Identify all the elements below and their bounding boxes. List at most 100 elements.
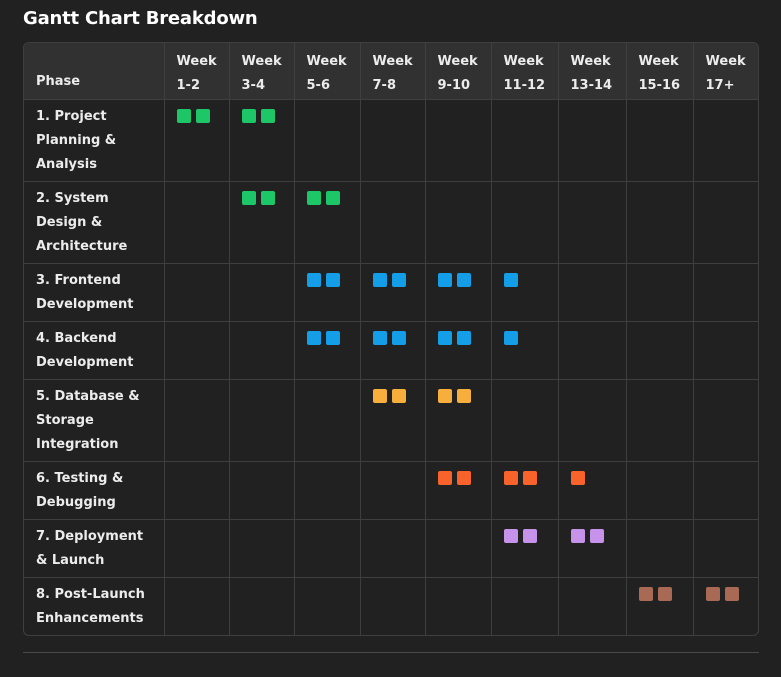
timeline-cell [294,321,361,380]
timeline-block [503,470,518,485]
timeline-block [456,388,471,403]
phase-label: 3. Frontend Development [24,263,165,322]
timeline-cell [164,519,230,578]
timeline-cell [491,379,559,462]
timeline-cell [294,263,361,322]
phase-label: 2. System Design & Architecture [24,181,165,264]
timeline-cell [360,519,426,578]
timeline-cell [164,99,230,182]
timeline-cell [164,321,230,380]
timeline-block [437,330,452,345]
table-row: 6. Testing & Debugging [24,461,758,520]
timeline-cell [558,577,627,635]
timeline-cell [425,577,492,635]
timeline-cell [558,379,627,462]
column-header-week-8: Week 15-16 [626,43,694,100]
timeline-cell [558,321,627,380]
timeline-cell [425,519,492,578]
timeline-block [391,272,406,287]
timeline-cell [693,99,758,182]
timeline-cell [425,461,492,520]
phase-label: 8. Post-Launch Enhancements [24,577,165,635]
timeline-block [503,272,518,287]
timeline-cell [693,181,758,264]
column-header-week-5: Week 9-10 [425,43,492,100]
timeline-block [570,470,585,485]
timeline-cell [229,519,295,578]
phase-label: 5. Database & Storage Integration [24,379,165,462]
timeline-cell [425,99,492,182]
timeline-block [195,108,210,123]
timeline-cell [425,263,492,322]
timeline-block [724,586,739,601]
table-row: 3. Frontend Development [24,263,758,322]
column-header-week-9: Week 17+ [693,43,758,100]
timeline-cell [360,379,426,462]
table-row: 4. Backend Development [24,321,758,380]
timeline-block [638,586,653,601]
timeline-cell [360,99,426,182]
timeline-cell [229,321,295,380]
table-row: 2. System Design & Architecture [24,181,758,264]
timeline-block [456,272,471,287]
timeline-block [372,388,387,403]
timeline-block [437,272,452,287]
timeline-cell [164,181,230,264]
phase-label: 4. Backend Development [24,321,165,380]
table-row: 5. Database & Storage Integration [24,379,758,462]
timeline-cell [164,577,230,635]
timeline-block [437,388,452,403]
timeline-block [260,190,275,205]
table-row: 7. Deployment & Launch [24,519,758,578]
timeline-cell [229,577,295,635]
timeline-cell [626,263,694,322]
timeline-cell [693,461,758,520]
timeline-cell [558,519,627,578]
timeline-cell [425,181,492,264]
timeline-block [325,190,340,205]
phase-label: 7. Deployment & Launch [24,519,165,578]
timeline-block [260,108,275,123]
gantt-table: Phase Week 1-2 Week 3-4 Week 5-6 Week 7-8 We… [24,43,758,635]
timeline-cell [164,379,230,462]
timeline-block [705,586,720,601]
timeline-block [589,528,604,543]
timeline-block [306,190,321,205]
timeline-block [176,108,191,123]
timeline-block [391,388,406,403]
timeline-block [372,272,387,287]
timeline-cell [229,461,295,520]
timeline-cell [626,379,694,462]
timeline-block [503,330,518,345]
page-title: Gantt Chart Breakdown [23,8,258,29]
timeline-cell [425,379,492,462]
phase-label: 6. Testing & Debugging [24,461,165,520]
timeline-cell [626,461,694,520]
timeline-cell [229,181,295,264]
timeline-cell [294,519,361,578]
phase-label: 1. Project Planning & Analysis [24,99,165,182]
gantt-table-container: Phase Week 1-2 Week 3-4 Week 5-6 Week 7-8 We… [23,42,759,636]
timeline-cell [164,263,230,322]
column-header-week-7: Week 13-14 [558,43,627,100]
timeline-block [503,528,518,543]
timeline-cell [425,321,492,380]
timeline-cell [626,181,694,264]
timeline-cell [693,321,758,380]
timeline-block [657,586,672,601]
timeline-block [306,272,321,287]
timeline-cell [294,99,361,182]
table-row: 1. Project Planning & Analysis [24,99,758,182]
timeline-cell [360,577,426,635]
gantt-body: 1. Project Planning & Analysis 2. System … [24,99,758,635]
timeline-block [522,528,537,543]
timeline-cell [294,577,361,635]
timeline-block [437,470,452,485]
timeline-cell [491,181,559,264]
timeline-cell [491,99,559,182]
timeline-cell [693,519,758,578]
timeline-cell [491,519,559,578]
timeline-cell [294,461,361,520]
column-header-week-2: Week 3-4 [229,43,295,100]
timeline-cell [360,263,426,322]
